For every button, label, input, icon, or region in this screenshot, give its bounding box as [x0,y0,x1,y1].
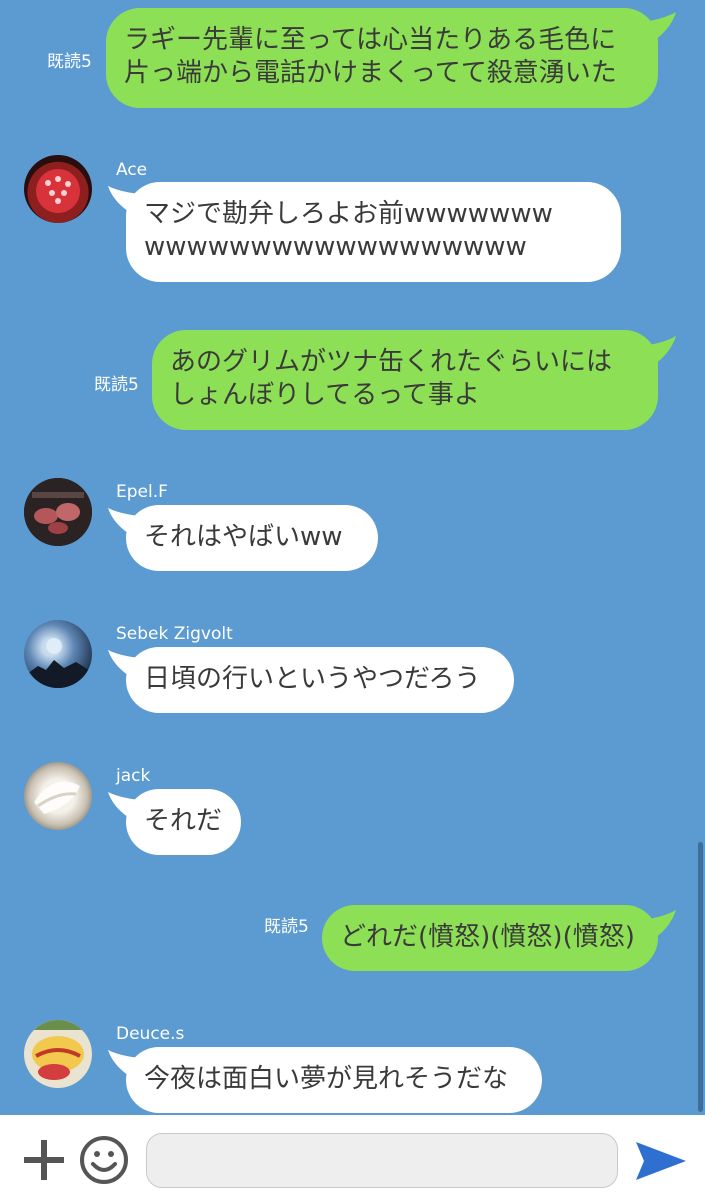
message-line: どれだ(憤怒)(憤怒)(憤怒) [340,922,635,952]
message-line: 片っ端から電話かけまくってて殺意湧いた [124,58,617,88]
avatar-image [24,1020,92,1080]
message-line: wwwwwwwwwwwwwwwwww [144,232,527,262]
avatar[interactable] [24,155,92,223]
avatar-image [24,638,92,688]
sender-name: Sebek Zigvolt [116,624,233,644]
read-receipt: 既読5 [47,52,92,72]
message-bubble-sent[interactable]: ラギー先輩に至っては心当たりある毛色に 片っ端から電話かけまくってて殺意湧いた [106,8,658,108]
avatar-image [36,169,80,213]
message-bubble-sent[interactable]: どれだ(憤怒)(憤怒)(憤怒) [322,905,658,971]
sender-name: Ace [116,160,148,180]
message-line: 日頃の行いというやつだろう [144,664,481,694]
message-line: ラギー先輩に至っては心当たりある毛色に [124,25,617,55]
scrollbar[interactable] [698,842,703,1112]
message-line: しょんぼりしてるって事よ [170,380,480,410]
message-bubble-received[interactable]: 今夜は面白い夢が見れそうだな [126,1047,542,1113]
sender-name: jack [116,766,151,786]
avatar[interactable] [24,762,92,830]
message-line: あのグリムがツナ缶くれたぐらいには [170,347,613,377]
message-bubble-received[interactable]: 日頃の行いというやつだろう [126,647,514,713]
message-bubble-received[interactable]: それはやばいww [126,505,378,571]
read-receipt: 既読5 [94,375,139,395]
avatar[interactable] [24,1020,92,1088]
emoji-icon[interactable] [78,1134,130,1186]
message-line: それだ [144,806,223,836]
sender-name: Epel.F [116,482,168,502]
message-bubble-sent[interactable]: あのグリムがツナ缶くれたぐらいには しょんぼりしてるって事よ [152,330,658,430]
message-line: 今夜は面白い夢が見れそうだな [144,1064,509,1094]
send-icon[interactable] [634,1138,688,1184]
plus-icon[interactable] [20,1136,68,1184]
sender-name: Deuce.s [116,1024,185,1044]
avatar-image [24,478,92,546]
avatar-image [34,781,80,814]
avatar[interactable] [24,620,92,688]
read-receipt: 既読5 [264,917,309,937]
chat-area[interactable]: 既読5 ラギー先輩に至っては心当たりある毛色に 片っ端から電話かけまくってて殺意… [0,0,705,1115]
message-bubble-received[interactable]: それだ [126,789,241,855]
message-input[interactable] [146,1133,618,1188]
message-line: それはやばいww [144,522,343,552]
message-line: マジで勘弁しろよお前wwwwwww [144,199,553,229]
message-bubble-received[interactable]: マジで勘弁しろよお前wwwwwww wwwwwwwwwwwwwwwwww [126,182,621,282]
avatar[interactable] [24,478,92,546]
